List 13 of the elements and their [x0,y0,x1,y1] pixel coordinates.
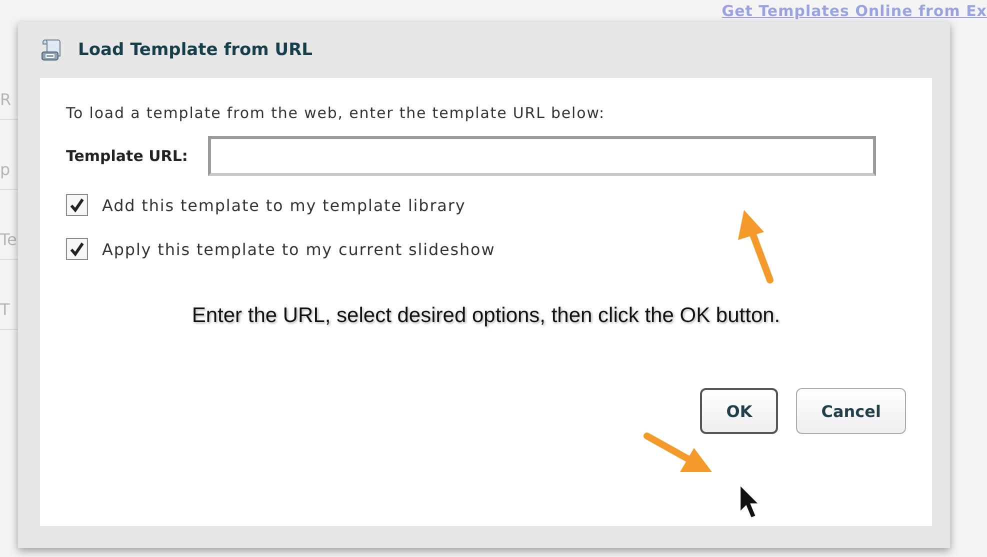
url-input-field[interactable] [208,136,876,176]
arrow-annotation [644,432,712,472]
dialog-title: Load Template from URL [78,40,313,60]
caption-text: Enter the URL, select desired options, then click the OK button. [190,304,782,328]
instruction-text: To load a template from the web, enter the template URL below: [66,104,606,122]
checkbox[interactable] [66,238,88,260]
mouse-cursor-icon [739,484,760,519]
ok-button[interactable]: OK [700,388,778,434]
checkbox[interactable] [66,194,88,216]
checkbox-label: Add this template to my template library [102,196,466,214]
field-label: Template URL: [66,147,188,165]
cancel-button[interactable]: Cancel [796,388,906,434]
checkbox-label: Apply this template to my current slideshow [102,240,496,258]
